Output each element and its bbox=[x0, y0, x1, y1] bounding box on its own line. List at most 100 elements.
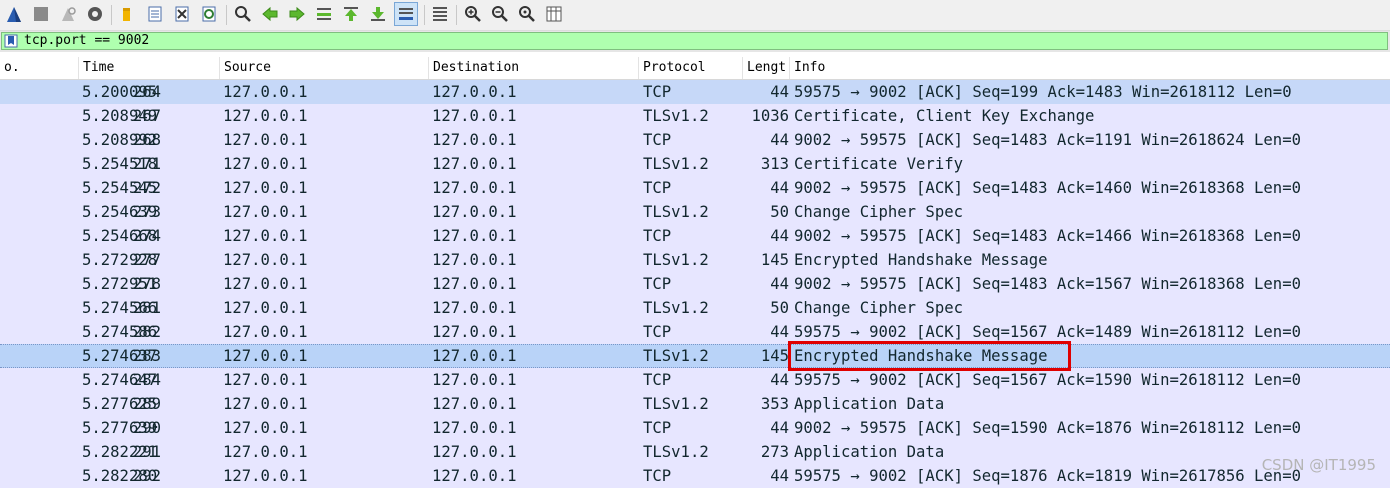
packet-row[interactable]: 273 5.254639 127.0.0.1 127.0.0.1 TLSv1.2 50 Ch… bbox=[0, 200, 1390, 224]
cell-dst: 127.0.0.1 bbox=[432, 107, 517, 125]
cell-src: 127.0.0.1 bbox=[223, 347, 308, 365]
cell-len: 44 bbox=[770, 83, 789, 101]
column-header-no[interactable]: o. bbox=[0, 57, 79, 79]
packet-row[interactable]: 264 5.200095 127.0.0.1 127.0.0.1 TCP 44 59575 … bbox=[0, 80, 1390, 104]
cell-dst: 127.0.0.1 bbox=[432, 179, 517, 197]
packet-row[interactable]: 268 5.208992 127.0.0.1 127.0.0.1 TCP 44 9002 →… bbox=[0, 128, 1390, 152]
cell-len: 44 bbox=[770, 179, 789, 197]
cell-info: 59575 → 9002 [ACK] Seq=1567 Ack=1590 Win… bbox=[794, 371, 1301, 389]
packet-row[interactable]: 283 5.274637 127.0.0.1 127.0.0.1 TLSv1.2 145 E… bbox=[0, 344, 1390, 368]
cell-info: Change Cipher Spec bbox=[794, 203, 963, 221]
column-header-protocol[interactable]: Protocol bbox=[639, 57, 743, 79]
cell-info: Certificate, Client Key Exchange bbox=[794, 107, 1095, 125]
cell-time: 5.200095 bbox=[82, 83, 158, 101]
packet-row[interactable]: 277 5.272928 127.0.0.1 127.0.0.1 TLSv1.2 145 E… bbox=[0, 248, 1390, 272]
cell-time: 5.272951 bbox=[82, 275, 158, 293]
cell-info: 9002 → 59575 [ACK] Seq=1483 Ack=1466 Win… bbox=[794, 227, 1301, 245]
folder-open-icon[interactable] bbox=[118, 4, 138, 24]
cell-dst: 127.0.0.1 bbox=[432, 251, 517, 269]
zoom-reset-icon[interactable] bbox=[517, 4, 537, 24]
cell-dst: 127.0.0.1 bbox=[432, 83, 517, 101]
zoom-in-icon[interactable] bbox=[463, 4, 483, 24]
cell-info: Change Cipher Spec bbox=[794, 299, 963, 317]
restart-icon[interactable] bbox=[58, 4, 78, 24]
cell-len: 50 bbox=[770, 203, 789, 221]
zoom-out-icon[interactable] bbox=[490, 4, 510, 24]
cell-info: 9002 → 59575 [ACK] Seq=1483 Ack=1460 Win… bbox=[794, 179, 1301, 197]
packet-row[interactable]: 289 5.277625 127.0.0.1 127.0.0.1 TLSv1.2 353 A… bbox=[0, 392, 1390, 416]
cell-len: 353 bbox=[760, 395, 789, 413]
cell-src: 127.0.0.1 bbox=[223, 251, 308, 269]
packet-row[interactable]: 282 5.274586 127.0.0.1 127.0.0.1 TCP 44 59575 … bbox=[0, 320, 1390, 344]
cell-dst: 127.0.0.1 bbox=[432, 299, 517, 317]
cell-src: 127.0.0.1 bbox=[223, 467, 308, 485]
gear-icon[interactable] bbox=[85, 4, 105, 24]
packet-row[interactable]: 278 5.272951 127.0.0.1 127.0.0.1 TCP 44 9002 →… bbox=[0, 272, 1390, 296]
packet-row[interactable]: 267 5.208949 127.0.0.1 127.0.0.1 TLSv1.2 1036… bbox=[0, 104, 1390, 128]
colorize-icon[interactable] bbox=[430, 4, 450, 24]
first-packet-icon[interactable] bbox=[341, 4, 361, 24]
cell-len: 44 bbox=[770, 467, 789, 485]
cell-time: 5.274566 bbox=[82, 299, 158, 317]
packet-row[interactable]: 272 5.254545 127.0.0.1 127.0.0.1 TCP 44 9002 →… bbox=[0, 176, 1390, 200]
packet-row[interactable]: 271 5.254518 127.0.0.1 127.0.0.1 TLSv1.2 313 C… bbox=[0, 152, 1390, 176]
cell-info: Encrypted Handshake Message bbox=[794, 251, 1048, 269]
cell-info: 9002 → 59575 [ACK] Seq=1483 Ack=1567 Win… bbox=[794, 275, 1301, 293]
last-packet-icon[interactable] bbox=[368, 4, 388, 24]
cell-src: 127.0.0.1 bbox=[223, 275, 308, 293]
cell-proto: TLSv1.2 bbox=[643, 395, 709, 413]
shark-fin-start-icon[interactable] bbox=[4, 4, 24, 24]
resize-columns-icon[interactable] bbox=[544, 4, 564, 24]
highlight-box bbox=[788, 341, 1071, 371]
column-header-info[interactable]: Info bbox=[790, 57, 1390, 79]
packet-row[interactable]: 274 5.254668 127.0.0.1 127.0.0.1 TCP 44 9002 →… bbox=[0, 224, 1390, 248]
filter-text[interactable]: tcp.port == 9002 bbox=[24, 33, 149, 49]
cell-dst: 127.0.0.1 bbox=[432, 131, 517, 149]
cell-len: 44 bbox=[770, 323, 789, 341]
bookmark-icon[interactable] bbox=[4, 34, 18, 48]
column-header-source[interactable]: Source bbox=[220, 57, 429, 79]
cell-src: 127.0.0.1 bbox=[223, 203, 308, 221]
cell-src: 127.0.0.1 bbox=[223, 371, 308, 389]
cell-proto: TCP bbox=[643, 323, 672, 341]
packet-row[interactable]: 292 5.282280 127.0.0.1 127.0.0.1 TCP 44 59575 … bbox=[0, 464, 1390, 488]
cell-info: Application Data bbox=[794, 395, 945, 413]
cell-info: Application Data bbox=[794, 443, 945, 461]
cell-len: 273 bbox=[760, 443, 789, 461]
arrow-left-icon[interactable] bbox=[260, 4, 280, 24]
packet-row[interactable]: 290 5.277639 127.0.0.1 127.0.0.1 TCP 44 9002 →… bbox=[0, 416, 1390, 440]
cell-src: 127.0.0.1 bbox=[223, 131, 308, 149]
cell-proto: TLSv1.2 bbox=[643, 155, 709, 173]
reload-icon[interactable] bbox=[199, 4, 219, 24]
display-filter-bar: tcp.port == 9002 bbox=[0, 31, 1390, 52]
cell-dst: 127.0.0.1 bbox=[432, 395, 517, 413]
autoscroll-icon[interactable] bbox=[394, 2, 418, 26]
cell-len: 145 bbox=[760, 347, 789, 365]
column-header-length[interactable]: Lengt bbox=[743, 57, 790, 79]
cell-len: 1036 bbox=[751, 107, 789, 125]
cell-proto: TLSv1.2 bbox=[643, 347, 709, 365]
cell-len: 313 bbox=[760, 155, 789, 173]
cell-dst: 127.0.0.1 bbox=[432, 203, 517, 221]
search-icon[interactable] bbox=[233, 4, 253, 24]
cell-src: 127.0.0.1 bbox=[223, 179, 308, 197]
cell-dst: 127.0.0.1 bbox=[432, 419, 517, 437]
column-header-time[interactable]: Time bbox=[79, 57, 220, 79]
cell-dst: 127.0.0.1 bbox=[432, 467, 517, 485]
close-file-icon[interactable] bbox=[172, 4, 192, 24]
arrow-right-icon[interactable] bbox=[287, 4, 307, 24]
cell-dst: 127.0.0.1 bbox=[432, 227, 517, 245]
go-to-packet-icon[interactable] bbox=[314, 4, 334, 24]
cell-dst: 127.0.0.1 bbox=[432, 275, 517, 293]
packet-row[interactable]: 291 5.282221 127.0.0.1 127.0.0.1 TLSv1.2 273 A… bbox=[0, 440, 1390, 464]
save-file-icon[interactable] bbox=[145, 4, 165, 24]
stop-icon[interactable] bbox=[31, 4, 51, 24]
column-header-destination[interactable]: Destination bbox=[429, 57, 639, 79]
packet-row[interactable]: 281 5.274566 127.0.0.1 127.0.0.1 TLSv1.2 50 Ch… bbox=[0, 296, 1390, 320]
packet-row[interactable]: 284 5.274647 127.0.0.1 127.0.0.1 TCP 44 59575 … bbox=[0, 368, 1390, 392]
cell-src: 127.0.0.1 bbox=[223, 107, 308, 125]
cell-time: 5.254518 bbox=[82, 155, 158, 173]
cell-proto: TCP bbox=[643, 83, 672, 101]
display-filter-input[interactable]: tcp.port == 9002 bbox=[1, 32, 1388, 50]
cell-proto: TCP bbox=[643, 131, 672, 149]
